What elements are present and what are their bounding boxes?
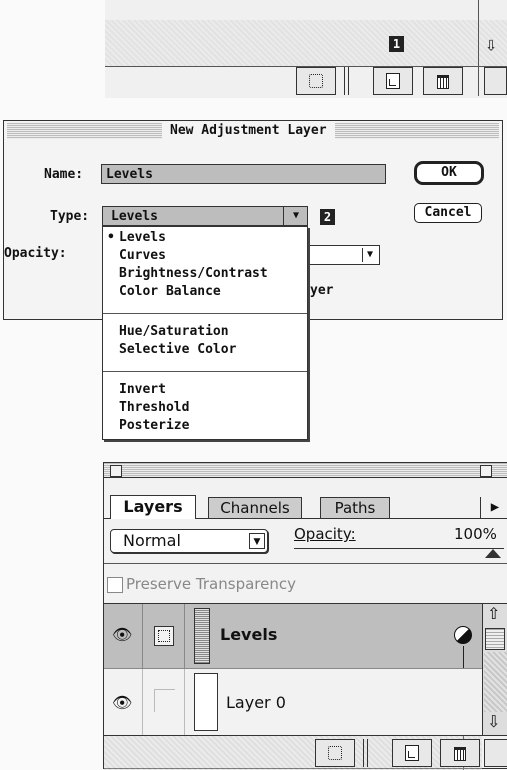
scroll-up-arrow-icon[interactable]: ⇧ bbox=[487, 606, 500, 622]
menu-item-threshold[interactable]: Threshold bbox=[119, 399, 189, 417]
palette-background-texture bbox=[105, 20, 507, 66]
empty-link-box bbox=[154, 689, 175, 712]
divider bbox=[478, 0, 479, 96]
opacity-label: Opacity: bbox=[294, 525, 356, 543]
divider bbox=[184, 604, 185, 668]
tab-paths[interactable]: Paths bbox=[320, 497, 390, 518]
chevron-down-icon: ▼ bbox=[283, 207, 308, 225]
preserve-transparency-label: Preserve Transparency bbox=[126, 575, 296, 593]
divider bbox=[363, 739, 368, 767]
divider bbox=[142, 604, 143, 668]
trash-button[interactable] bbox=[440, 739, 480, 767]
new-page-icon bbox=[405, 745, 419, 761]
type-popup-value: Levels bbox=[111, 209, 158, 224]
new-page-icon bbox=[386, 73, 400, 89]
step-badge-label: 2 bbox=[323, 210, 332, 224]
trash-icon bbox=[437, 75, 449, 89]
layer-row-layer-0[interactable]: 👁 Layer 0 bbox=[104, 669, 482, 735]
menu-item-levels[interactable]: Levels bbox=[119, 229, 166, 247]
step-badge-1: 1 bbox=[389, 36, 404, 52]
layer-name-layer-0: Layer 0 bbox=[226, 693, 286, 712]
opacity-dropdown[interactable]: ▼ bbox=[304, 245, 380, 265]
menu-item-curves[interactable]: Curves bbox=[119, 247, 166, 265]
cancel-label: Cancel bbox=[424, 205, 472, 220]
name-input[interactable]: Levels bbox=[101, 164, 386, 184]
layer-mask-icon[interactable] bbox=[154, 626, 174, 646]
divider bbox=[104, 563, 507, 564]
blend-mode-value: Normal bbox=[123, 531, 181, 550]
menu-item-brightness-contrast[interactable]: Brightness/Contrast bbox=[119, 265, 268, 283]
scroll-thumb[interactable] bbox=[485, 628, 505, 650]
palette-title-bar[interactable] bbox=[104, 463, 507, 477]
ok-button[interactable]: OK bbox=[414, 161, 484, 185]
new-layer-button[interactable] bbox=[373, 67, 413, 95]
palette-menu-arrow-icon[interactable]: ▶ bbox=[480, 497, 507, 518]
opacity-label: Opacity: bbox=[4, 246, 67, 261]
type-popup[interactable]: Levels ▼ bbox=[102, 206, 308, 226]
zoom-box-icon[interactable] bbox=[480, 465, 492, 477]
new-adjustment-layer-button[interactable] bbox=[296, 67, 336, 95]
divider bbox=[104, 477, 507, 478]
scroll-track[interactable] bbox=[484, 652, 507, 712]
resize-box-icon[interactable] bbox=[484, 739, 507, 767]
dotted-square-icon bbox=[328, 746, 342, 760]
layer-row-levels[interactable]: 👁 Levels bbox=[104, 604, 482, 668]
adjustment-layer-thumbnail bbox=[194, 608, 210, 664]
divider bbox=[184, 669, 185, 735]
trash-icon bbox=[454, 747, 466, 761]
cancel-button[interactable]: Cancel bbox=[414, 203, 482, 223]
menu-item-hue-saturation[interactable]: Hue/Saturation bbox=[119, 323, 229, 341]
layer-name-levels: Levels bbox=[220, 625, 278, 644]
layers-palette: Layers Channels Paths ▶ Normal ▼ Opacity… bbox=[103, 462, 507, 770]
new-layer-button[interactable] bbox=[392, 739, 432, 767]
trash-button[interactable] bbox=[423, 67, 463, 95]
step-badge-label: 1 bbox=[392, 37, 401, 51]
opacity-slider-handle-icon[interactable] bbox=[485, 549, 501, 558]
layer-thumbnail bbox=[194, 673, 218, 731]
ok-label: OK bbox=[441, 165, 457, 180]
opacity-value: 100% bbox=[454, 525, 497, 543]
tab-channels[interactable]: Channels bbox=[208, 497, 302, 518]
chevron-down-icon: ▼ bbox=[362, 248, 377, 262]
chevron-down-icon: ▼ bbox=[249, 533, 265, 549]
partial-checkbox-label: yer bbox=[310, 283, 334, 298]
dotted-square-icon bbox=[158, 630, 170, 642]
menu-separator bbox=[103, 313, 307, 314]
scrollbar[interactable]: ⇧ ⇩ bbox=[482, 604, 507, 735]
tab-layers[interactable]: Layers bbox=[110, 495, 196, 519]
eye-icon[interactable]: 👁 bbox=[112, 627, 134, 643]
menu-separator bbox=[103, 371, 307, 372]
opacity-slider-track[interactable] bbox=[294, 548, 504, 549]
divider bbox=[344, 67, 349, 95]
menu-item-color-balance[interactable]: Color Balance bbox=[119, 283, 221, 301]
scroll-down-arrow-icon[interactable]: ⇩ bbox=[487, 714, 500, 730]
type-label: Type: bbox=[50, 209, 90, 224]
top-palette-fragment: 1 ⇩ bbox=[105, 0, 507, 98]
name-label: Name: bbox=[44, 167, 84, 182]
type-menu: • Levels Curves Brightness/Contrast Colo… bbox=[102, 226, 308, 440]
menu-item-invert[interactable]: Invert bbox=[119, 381, 166, 399]
selected-marker: • bbox=[107, 230, 115, 245]
dialog-title: New Adjustment Layer bbox=[162, 122, 335, 140]
adjustment-layer-icon bbox=[454, 626, 472, 644]
divider bbox=[142, 669, 143, 735]
eye-icon[interactable]: 👁 bbox=[112, 695, 134, 711]
dotted-square-icon bbox=[309, 74, 323, 88]
new-adjustment-layer-button[interactable] bbox=[315, 739, 355, 767]
step-badge-2: 2 bbox=[320, 209, 335, 225]
preserve-transparency-checkbox[interactable] bbox=[107, 577, 123, 593]
resize-box-icon[interactable] bbox=[484, 67, 507, 95]
close-box-icon[interactable] bbox=[110, 465, 122, 477]
menu-item-posterize[interactable]: Posterize bbox=[119, 417, 189, 435]
scroll-down-arrow-icon[interactable]: ⇩ bbox=[485, 34, 497, 54]
menu-item-selective-color[interactable]: Selective Color bbox=[119, 341, 236, 359]
blend-mode-dropdown[interactable]: Normal ▼ bbox=[110, 529, 268, 553]
